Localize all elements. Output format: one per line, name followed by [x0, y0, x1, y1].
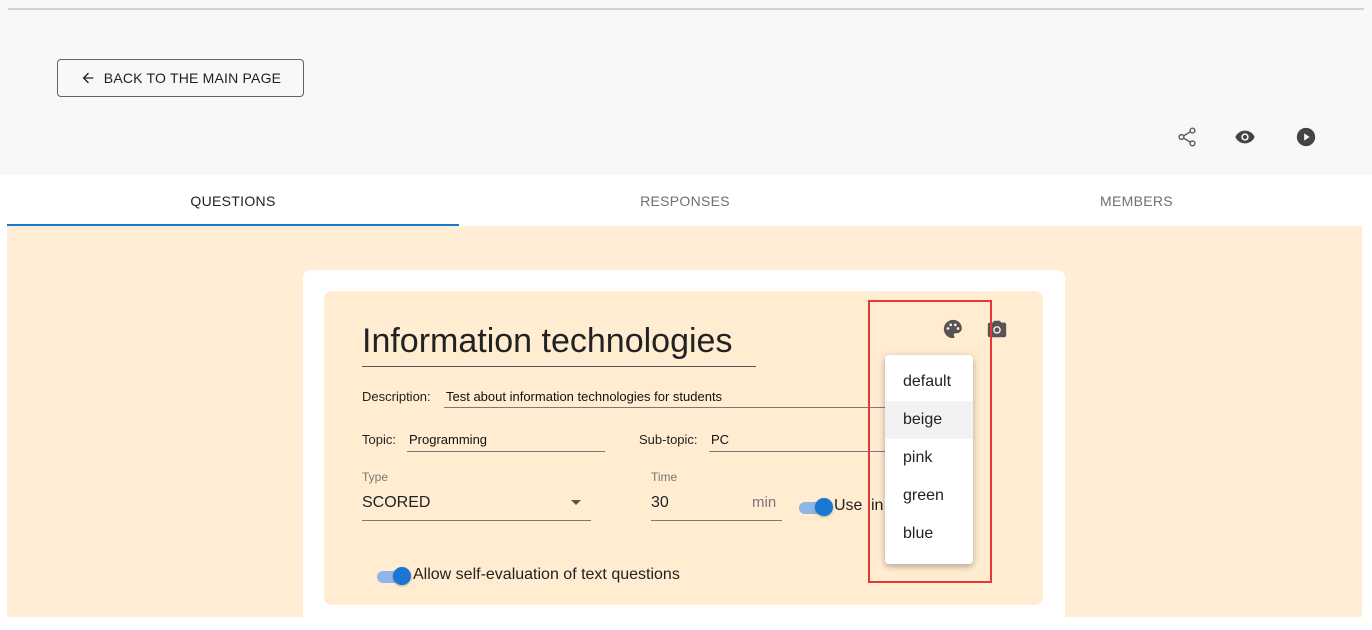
color-option-blue[interactable]: blue: [885, 515, 973, 553]
title-underline: [362, 366, 756, 367]
back-to-main-button[interactable]: BACK TO THE MAIN PAGE: [57, 59, 304, 97]
subtopic-underline: [709, 451, 885, 452]
color-option-pink[interactable]: pink: [885, 439, 973, 477]
dropdown-arrow-icon[interactable]: [571, 500, 581, 505]
play-icon: [1296, 127, 1316, 147]
type-underline: [362, 520, 591, 521]
topic-label: Topic:: [362, 432, 396, 447]
palette-icon: [943, 319, 962, 339]
topic-input[interactable]: Programming: [409, 432, 487, 447]
tab-bar: QUESTIONS RESPONSES MEMBERS: [7, 175, 1362, 226]
tab-responses[interactable]: RESPONSES: [459, 175, 911, 226]
arrow-left-icon: [82, 72, 94, 84]
subtopic-input[interactable]: PC: [711, 432, 729, 447]
camera-icon: [987, 320, 1007, 338]
use-time-label: Use: [834, 497, 863, 514]
color-option-beige[interactable]: beige: [885, 401, 973, 439]
add-image-button[interactable]: [985, 317, 1009, 341]
form-title[interactable]: Information technologies: [362, 322, 732, 366]
time-input[interactable]: 30: [651, 494, 669, 512]
use-time-switch[interactable]: [799, 498, 833, 518]
play-button[interactable]: [1293, 124, 1319, 150]
switch-thumb: [815, 498, 833, 516]
tab-members[interactable]: MEMBERS: [911, 175, 1362, 226]
type-label: Type: [362, 470, 389, 484]
type-select[interactable]: SCORED: [362, 494, 430, 512]
description-input[interactable]: Test about information technologies for …: [446, 389, 722, 404]
eye-icon: [1235, 130, 1255, 144]
description-underline: [444, 407, 888, 408]
time-label: Time: [651, 470, 678, 484]
preview-button[interactable]: [1232, 124, 1258, 150]
tab-questions[interactable]: QUESTIONS: [7, 175, 459, 226]
color-option-default[interactable]: default: [885, 363, 973, 401]
color-menu: default beige pink green blue: [885, 355, 973, 564]
share-icon: [1178, 127, 1196, 147]
color-option-green[interactable]: green: [885, 477, 973, 515]
share-button[interactable]: [1174, 124, 1200, 150]
switch-thumb: [393, 567, 411, 585]
description-label: Description:: [362, 389, 431, 404]
use-time-label-cut: in: [871, 497, 884, 514]
theme-color-button[interactable]: [941, 317, 965, 341]
self-eval-switch[interactable]: [377, 567, 411, 587]
time-unit: min: [752, 494, 777, 511]
time-underline: [651, 520, 782, 521]
self-eval-label: Allow self-evaluation of text questions: [413, 566, 680, 583]
subtopic-label: Sub-topic:: [639, 432, 698, 447]
topic-underline: [407, 451, 605, 452]
back-button-label: BACK TO THE MAIN PAGE: [103, 70, 282, 86]
top-divider: [8, 8, 1364, 10]
